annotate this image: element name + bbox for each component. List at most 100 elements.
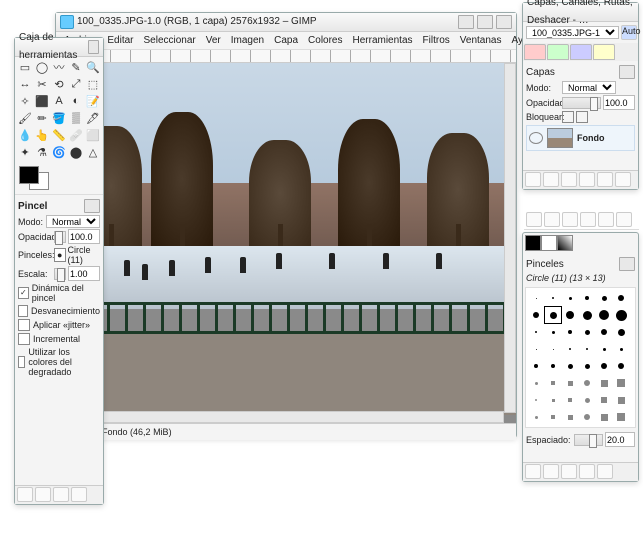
brush-cell-39[interactable] — [579, 392, 595, 408]
brush-delete[interactable] — [579, 464, 595, 479]
layer-mode-select[interactable]: Normal — [562, 81, 616, 94]
brush-cell-7[interactable] — [545, 307, 561, 323]
tool-25[interactable]: ✦ — [17, 144, 33, 160]
brush-cell-46[interactable] — [596, 409, 612, 425]
brush-cell-45[interactable] — [579, 409, 595, 425]
tool-20[interactable]: 💧 — [17, 127, 33, 143]
layer-anchor[interactable] — [597, 172, 613, 187]
opt-0[interactable]: Dinámica del pincel — [18, 283, 100, 303]
brush-edit[interactable] — [525, 464, 541, 479]
brush-section-menu[interactable] — [84, 199, 100, 213]
menu-editar[interactable]: Editar — [105, 34, 135, 47]
brush-tab-1[interactable] — [525, 235, 541, 251]
menu-colores[interactable]: Colores — [306, 34, 344, 47]
tool-17[interactable]: 🪣 — [51, 110, 67, 126]
toolbox-menu-button[interactable] — [88, 40, 99, 54]
mid-icon-1[interactable] — [526, 212, 542, 227]
brush-tab-3[interactable] — [557, 235, 573, 251]
brush-cell-33[interactable] — [579, 375, 595, 391]
mid-icon-2[interactable] — [544, 212, 560, 227]
brush-cell-28[interactable] — [596, 358, 612, 374]
tool-8[interactable]: ⤢ — [68, 76, 84, 92]
tool-23[interactable]: 🩹 — [68, 127, 84, 143]
toolbox-btn-4[interactable] — [71, 487, 87, 502]
layers-menu-button[interactable] — [619, 65, 635, 79]
menu-imagen[interactable]: Imagen — [229, 34, 266, 47]
scale-input[interactable] — [68, 266, 100, 281]
toolbox-titlebar[interactable]: Caja de herramientas — [15, 38, 103, 57]
lock-pixels[interactable] — [562, 111, 574, 123]
close-button[interactable] — [496, 15, 512, 29]
brush-cell-22[interactable] — [596, 341, 612, 357]
layer-new[interactable] — [525, 172, 541, 187]
menu-ver[interactable]: Ver — [204, 34, 223, 47]
menu-herramientas[interactable]: Herramientas — [351, 34, 415, 47]
tool-9[interactable]: ⬚ — [85, 76, 101, 92]
brush-cell-12[interactable] — [528, 324, 544, 340]
opt-2[interactable]: Aplicar «jitter» — [18, 319, 100, 331]
canvas-area[interactable] — [71, 63, 516, 423]
layer-delete[interactable] — [615, 172, 631, 187]
brush-cell-41[interactable] — [613, 392, 629, 408]
eye-icon[interactable] — [529, 132, 543, 144]
mid-icon-6[interactable] — [616, 212, 632, 227]
auto-button[interactable]: Auto — [621, 25, 637, 40]
tool-29[interactable]: △ — [85, 144, 101, 160]
layer-opacity-input[interactable] — [603, 95, 635, 110]
fg-color[interactable] — [19, 166, 39, 184]
tab-channels[interactable] — [547, 44, 569, 60]
brush-cell-44[interactable] — [562, 409, 578, 425]
tool-6[interactable]: ✂ — [34, 76, 50, 92]
brush-cell-34[interactable] — [596, 375, 612, 391]
toolbox-btn-2[interactable] — [35, 487, 51, 502]
brush-refresh[interactable] — [597, 464, 613, 479]
layer-down[interactable] — [561, 172, 577, 187]
brush-cell-47[interactable] — [613, 409, 629, 425]
opt-4[interactable]: Utilizar los colores del degradado — [18, 347, 100, 377]
mid-icon-4[interactable] — [580, 212, 596, 227]
scrollbar-vertical[interactable] — [504, 63, 516, 413]
tool-3[interactable]: ✎ — [68, 59, 84, 75]
tool-12[interactable]: A — [51, 93, 67, 109]
tool-4[interactable]: 🔍 — [85, 59, 101, 75]
brush-cell-18[interactable] — [528, 341, 544, 357]
tool-24[interactable]: ⬜ — [85, 127, 101, 143]
spacing-input[interactable] — [605, 432, 635, 447]
brush-cell-27[interactable] — [579, 358, 595, 374]
maximize-button[interactable] — [477, 15, 493, 29]
brush-new[interactable] — [543, 464, 559, 479]
tool-1[interactable]: ◯ — [34, 59, 50, 75]
tool-5[interactable]: ↔ — [17, 76, 33, 92]
brushes-menu-button[interactable] — [619, 257, 635, 271]
toolbox-btn-1[interactable] — [17, 487, 33, 502]
brush-cell-5[interactable] — [613, 290, 629, 306]
tool-27[interactable]: 🌀 — [51, 144, 67, 160]
ruler-horizontal[interactable] — [70, 50, 516, 63]
brush-cell-20[interactable] — [562, 341, 578, 357]
tool-19[interactable]: 🖋 — [85, 110, 101, 126]
brush-cell-10[interactable] — [596, 307, 612, 323]
brush-cell-17[interactable] — [613, 324, 629, 340]
opacity-slider[interactable] — [54, 231, 66, 243]
brush-cell-3[interactable] — [579, 290, 595, 306]
mid-icon-3[interactable] — [562, 212, 578, 227]
tool-2[interactable]: 〰 — [51, 59, 67, 75]
tab-layers[interactable] — [524, 44, 546, 60]
spacing-slider[interactable] — [574, 434, 603, 446]
brush-cell-30[interactable] — [528, 375, 544, 391]
scale-slider[interactable] — [54, 268, 66, 280]
tool-15[interactable]: 🖌 — [17, 110, 33, 126]
tool-22[interactable]: 📏 — [51, 127, 67, 143]
brush-cell-23[interactable] — [613, 341, 629, 357]
layer-up[interactable] — [543, 172, 559, 187]
tool-14[interactable]: 📝 — [85, 93, 101, 109]
image-dropdown[interactable]: 100_0335.JPG-1 — [526, 26, 619, 39]
brush-cell-15[interactable] — [579, 324, 595, 340]
brush-cell-9[interactable] — [579, 307, 595, 323]
brush-cell-24[interactable] — [528, 358, 544, 374]
brush-cell-26[interactable] — [562, 358, 578, 374]
brush-cell-31[interactable] — [545, 375, 561, 391]
brush-cell-21[interactable] — [579, 341, 595, 357]
tool-21[interactable]: 👆 — [34, 127, 50, 143]
tool-28[interactable]: ⬤ — [68, 144, 84, 160]
